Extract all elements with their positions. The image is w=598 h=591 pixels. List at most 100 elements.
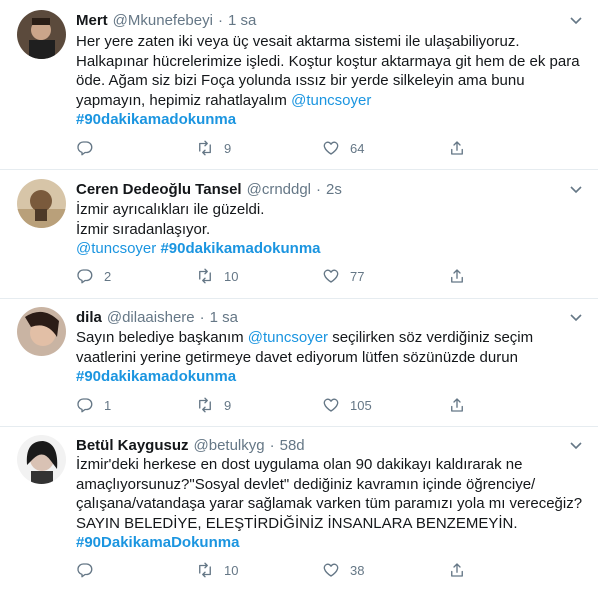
share-icon	[451, 563, 463, 577]
tweet-text: Her yere zaten iki veya üç vesait aktarm…	[76, 32, 586, 130]
tweet-line: öde. Ağam siz bizi Foça yolunda ıssız bi…	[76, 72, 525, 89]
tweet-feed: Mert @Mkunefebeyi · 1 sa Her yere zaten …	[0, 0, 598, 591]
reply-icon	[77, 141, 93, 156]
share-button[interactable]	[448, 395, 476, 415]
tweet-line: vaatlerini yerine getirmeye davet ediyor…	[76, 348, 518, 366]
mention-link[interactable]: @tuncsoyer	[248, 329, 328, 346]
tweet-text: İzmir ayrıcalıkları ile güzeldi. İzmir s…	[76, 200, 586, 259]
tweet-actions: 2 10 77	[76, 266, 496, 286]
tweet[interactable]: Betül Kaygusuz @betulkyg · 58d İzmir'dek…	[0, 427, 598, 591]
retweet-icon	[199, 397, 211, 413]
tweet-text: İzmir'deki herkese en dost uygulama olan…	[76, 455, 586, 553]
share-icon	[451, 141, 463, 155]
avatar[interactable]	[17, 435, 66, 484]
like-icon	[323, 141, 339, 155]
tweet-line: yapmayın, hepimiz rahatlayalım @tuncsoye…	[76, 91, 372, 109]
display-name[interactable]: Ceren Dedeoğlu Tansel	[76, 181, 242, 198]
retweet-count: 9	[224, 397, 232, 413]
tweet-line: #90dakikamadokunma	[76, 110, 586, 130]
retweet-button[interactable]: 9	[196, 395, 231, 415]
tweet-line: amaçlıyorsunuz?"Sosyal devlet" dediğiniz…	[76, 475, 536, 493]
separator-dot: ·	[316, 180, 322, 198]
mention-link[interactable]: @tuncsoyer	[76, 240, 156, 257]
like-icon	[323, 398, 339, 412]
display-name[interactable]: dila	[76, 309, 102, 326]
retweet-icon	[199, 140, 211, 156]
retweet-button[interactable]: 9	[196, 138, 231, 158]
tweet-actions: 1 9 105	[76, 395, 496, 415]
chevron-down-icon[interactable]	[568, 12, 584, 28]
like-button[interactable]: 77	[322, 266, 364, 286]
reply-icon	[77, 269, 93, 284]
user-handle[interactable]: @crnddgl	[247, 181, 311, 198]
share-button[interactable]	[448, 138, 476, 158]
retweet-count: 9	[224, 140, 232, 156]
mention-link[interactable]: @tuncsoyer	[291, 92, 371, 109]
avatar[interactable]	[17, 179, 66, 228]
hashtag-link[interactable]: #90dakikamadokunma	[76, 368, 236, 385]
chevron-down-icon[interactable]	[568, 437, 584, 453]
tweet-line: Sayın belediye başkanım @tuncsoyer seçil…	[76, 329, 534, 346]
like-count: 64	[350, 140, 365, 156]
like-icon	[323, 563, 339, 577]
like-button[interactable]: 38	[322, 560, 364, 580]
hashtag-link[interactable]: #90dakikamadokunma	[76, 111, 236, 128]
chevron-down-icon[interactable]	[568, 181, 584, 197]
share-icon	[451, 269, 463, 283]
avatar[interactable]	[17, 307, 66, 356]
user-handle[interactable]: @dilaaishere	[107, 309, 195, 326]
separator-dot: ·	[269, 436, 275, 454]
display-name[interactable]: Mert	[76, 12, 108, 29]
tweet-line: İzmir sıradanlaşıyor.	[76, 220, 211, 238]
tweet-line: çalışana/vatandaşa yarar sağlamak varken…	[76, 495, 583, 512]
retweet-count: 10	[224, 268, 239, 284]
chevron-down-icon[interactable]	[568, 309, 584, 325]
tweet-line: İzmir ayrıcalıkları ile güzeldi.	[76, 201, 265, 218]
tweet-line: İzmir'deki herkese en dost uygulama olan…	[76, 456, 523, 473]
reply-count: 1	[104, 397, 112, 413]
reply-button[interactable]: 2	[76, 266, 111, 286]
reply-icon	[77, 563, 93, 578]
tweet-line: Halkapınar hücrelerimize işledi. Koştur …	[76, 52, 580, 70]
reply-icon	[77, 398, 93, 413]
tweet-line: @tuncsoyer #90dakikamadokunma	[76, 239, 586, 259]
user-handle[interactable]: @Mkunefebeyi	[113, 12, 213, 29]
tweet-actions: 9 64	[76, 138, 496, 158]
tweet-line: #90DakikamaDokunma	[76, 533, 586, 553]
reply-button[interactable]	[76, 138, 104, 158]
like-button[interactable]: 105	[322, 395, 372, 415]
retweet-icon	[199, 562, 211, 578]
share-button[interactable]	[448, 266, 476, 286]
reply-count: 2	[104, 268, 112, 284]
hashtag-link[interactable]: #90dakikamadokunma	[160, 240, 320, 257]
tweet-line: #90dakikamadokunma	[76, 367, 586, 387]
like-count: 38	[350, 562, 365, 578]
display-name[interactable]: Betül Kaygusuz	[76, 437, 189, 454]
separator-dot: ·	[217, 11, 223, 29]
timestamp[interactable]: 58d	[280, 437, 305, 454]
retweet-icon	[199, 268, 211, 284]
tweet[interactable]: dila @dilaaishere · 1 sa Sayın belediye …	[0, 299, 598, 427]
like-button[interactable]: 64	[322, 138, 364, 158]
tweet-line: SAYIN BELEDİYE, ELEŞTİRDİĞİNİZ İNSANLARA…	[76, 514, 518, 532]
separator-dot: ·	[199, 308, 205, 326]
tweet[interactable]: Ceren Dedeoğlu Tansel @crnddgl · 2s İzmi…	[0, 170, 598, 299]
tweet[interactable]: Mert @Mkunefebeyi · 1 sa Her yere zaten …	[0, 0, 598, 170]
timestamp[interactable]: 2s	[326, 181, 342, 198]
tweet-line: Her yere zaten iki veya üç vesait aktarm…	[76, 33, 520, 50]
share-button[interactable]	[448, 560, 476, 580]
retweet-count: 10	[224, 562, 239, 578]
like-count: 77	[350, 268, 365, 284]
avatar[interactable]	[17, 10, 66, 59]
reply-button[interactable]: 1	[76, 395, 111, 415]
user-handle[interactable]: @betulkyg	[194, 437, 265, 454]
tweet-actions: 10 38	[76, 560, 496, 580]
hashtag-link[interactable]: #90DakikamaDokunma	[76, 534, 239, 551]
retweet-button[interactable]: 10	[196, 266, 238, 286]
timestamp[interactable]: 1 sa	[228, 12, 256, 29]
timestamp[interactable]: 1 sa	[210, 309, 238, 326]
share-icon	[451, 398, 463, 412]
tweet-text: Sayın belediye başkanım @tuncsoyer seçil…	[76, 328, 586, 387]
reply-button[interactable]	[76, 560, 104, 580]
retweet-button[interactable]: 10	[196, 560, 238, 580]
